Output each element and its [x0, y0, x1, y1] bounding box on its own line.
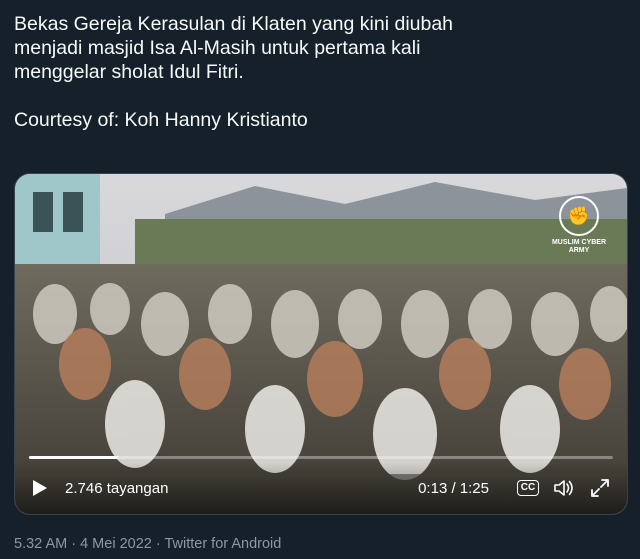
- play-button[interactable]: [29, 477, 51, 499]
- tweet-text-line-3: menggelar sholat Idul Fitri.: [14, 61, 244, 83]
- tweet-text: Bekas Gereja Kerasulan di Klaten yang ki…: [14, 12, 626, 132]
- fullscreen-button[interactable]: [587, 475, 613, 501]
- view-count: 2.746 tayangan: [65, 479, 169, 497]
- video-progress-fill: [29, 456, 119, 459]
- fullscreen-icon: [591, 479, 609, 497]
- video-time: 0:13 / 1:25: [418, 479, 489, 497]
- tweet-text-line-1: Bekas Gereja Kerasulan di Klaten yang ki…: [14, 13, 454, 35]
- tweet-metadata: 5.32 AM · 4 Mei 2022 · Twitter for Andro…: [14, 536, 282, 552]
- channel-watermark: ✊ MUSLIM CYBER ARMY: [551, 196, 607, 255]
- video-controls: 2.746 tayangan 0:13 / 1:25 CC: [15, 462, 627, 514]
- play-icon: [33, 480, 47, 496]
- watermark-text: MUSLIM CYBER ARMY: [551, 239, 607, 254]
- captions-icon: CC: [516, 480, 540, 496]
- tweet-courtesy: Courtesy of: Koh Hanny Kristianto: [14, 109, 308, 131]
- captions-button[interactable]: CC: [515, 475, 541, 501]
- watermark-fist-icon: ✊: [559, 196, 599, 236]
- tweet-text-line-2: menjadi masjid Isa Al-Masih untuk pertam…: [14, 37, 421, 59]
- volume-button[interactable]: [551, 475, 577, 501]
- volume-icon: [554, 480, 573, 496]
- video-player[interactable]: ✊ MUSLIM CYBER ARMY 2.746 tayangan 0:13 …: [14, 173, 628, 515]
- video-progress-bar[interactable]: [29, 456, 613, 459]
